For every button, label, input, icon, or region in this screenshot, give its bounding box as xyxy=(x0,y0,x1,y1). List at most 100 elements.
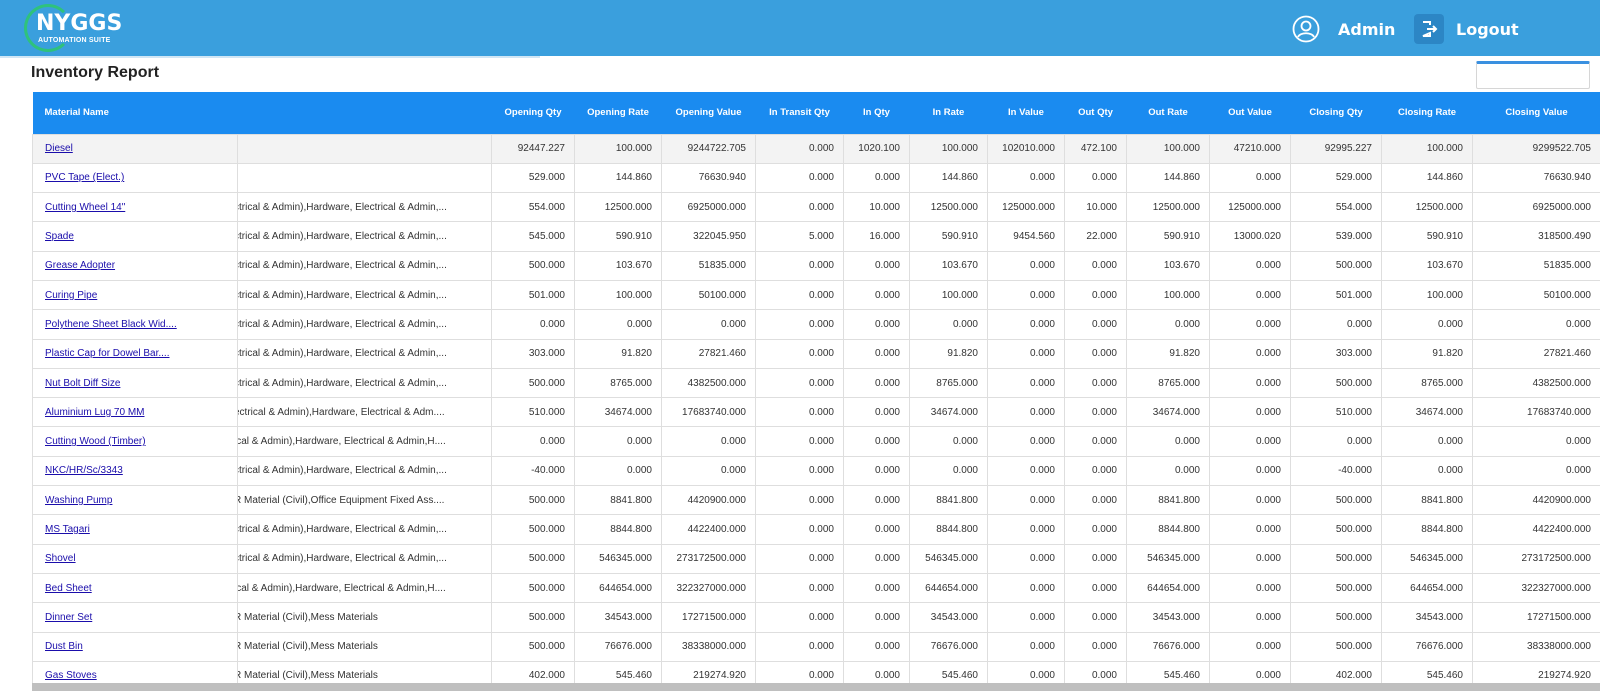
value-cell: 501.000 xyxy=(491,279,575,311)
value-cell: 546345.000 xyxy=(1381,543,1473,574)
material-link[interactable]: Aluminium Lug 70 MM xyxy=(45,407,144,418)
category-text: R Material (Civil),Mess Materials xyxy=(237,641,378,653)
material-link[interactable]: PVC Tape (Elect.) xyxy=(45,172,124,183)
value-cell: 0.000 xyxy=(755,426,844,457)
material-link[interactable]: Washing Pump xyxy=(45,495,112,506)
export-button[interactable] xyxy=(1476,61,1590,89)
material-link[interactable]: Bed Sheet xyxy=(45,583,92,594)
value-cell: 546345.000 xyxy=(1126,543,1210,574)
column-header[interactable]: In Transit Qty xyxy=(755,92,844,134)
value-cell: 76630.940 xyxy=(661,162,756,194)
value-cell: 0.000 xyxy=(987,338,1065,369)
table-row: Cutting Wood (Timber) ical & Admin),Hardw… xyxy=(32,426,1600,457)
material-link[interactable]: Shovel xyxy=(45,553,76,564)
column-header[interactable]: In Value xyxy=(987,92,1065,134)
value-cell: 51835.000 xyxy=(661,250,756,281)
header-divider xyxy=(0,56,540,58)
material-name-cell: MS Tagari xyxy=(32,514,238,545)
value-cell: 322045.950 xyxy=(661,221,756,252)
material-link[interactable]: Grease Adopter xyxy=(45,260,115,271)
category-text: R Material (Civil),Mess Materials xyxy=(237,611,378,623)
material-link[interactable]: MS Tagari xyxy=(45,524,90,535)
value-cell: 0.000 xyxy=(1064,572,1127,604)
column-header[interactable]: Closing Qty xyxy=(1290,92,1382,134)
horizontal-scrollbar[interactable] xyxy=(32,683,1600,691)
value-cell: 0.000 xyxy=(987,250,1065,281)
value-cell: 0.000 xyxy=(1064,660,1127,683)
value-cell: 100.000 xyxy=(1381,279,1473,311)
value-cell: 0.000 xyxy=(1209,250,1291,281)
material-link[interactable]: Cutting Wood (Timber) xyxy=(45,436,146,447)
value-cell: 4422400.000 xyxy=(1472,514,1600,545)
value-cell: 34543.000 xyxy=(574,602,662,633)
nyggs-logo[interactable]: NYGGS AUTOMATION SUITE xyxy=(24,4,122,52)
value-cell: 510.000 xyxy=(1290,397,1382,428)
value-cell: 0.000 xyxy=(1126,426,1210,457)
column-header[interactable]: Closing Value xyxy=(1472,92,1600,134)
category-cell: ctrical & Admin),Hardware, Electrical & … xyxy=(237,250,492,281)
material-link[interactable]: Gas Stoves xyxy=(45,670,97,681)
material-name-cell: Grease Adopter xyxy=(32,250,238,281)
value-cell: 103.670 xyxy=(574,250,662,281)
column-header[interactable]: In Rate xyxy=(909,92,988,134)
category-text: ical & Admin),Hardware, Electrical & Adm… xyxy=(237,436,446,448)
material-link[interactable]: Spade xyxy=(45,231,74,242)
column-header[interactable]: Opening Qty xyxy=(491,92,575,134)
material-link[interactable]: Dinner Set xyxy=(45,612,92,623)
value-cell: 0.000 xyxy=(755,192,844,223)
value-cell: 0.000 xyxy=(987,572,1065,604)
material-name-cell: Washing Pump xyxy=(32,485,238,516)
inventory-table-container[interactable]: Material Name Opening Qty Opening Rate Open… xyxy=(32,92,1600,683)
value-cell: 34674.000 xyxy=(1381,397,1473,428)
value-cell: 47210.000 xyxy=(1209,133,1291,164)
value-cell: 0.000 xyxy=(755,367,844,399)
user-menu[interactable]: Admin xyxy=(1292,13,1395,45)
value-cell: 500.000 xyxy=(1290,485,1382,516)
column-header[interactable]: Out Qty xyxy=(1064,92,1127,134)
column-header[interactable]: Out Value xyxy=(1209,92,1291,134)
table-row: Bed Sheet ical & Admin),Hardware, Electri… xyxy=(32,572,1600,604)
logout-button[interactable]: Logout xyxy=(1414,13,1519,45)
value-cell: 27821.460 xyxy=(1472,338,1600,369)
column-header[interactable]: Material Name xyxy=(32,92,238,134)
logo-text: NYGGS xyxy=(36,11,123,36)
column-header[interactable]: Opening Value xyxy=(661,92,756,134)
column-header[interactable]: Closing Rate xyxy=(1381,92,1473,134)
value-cell: 0.000 xyxy=(987,367,1065,399)
material-link[interactable]: Polythene Sheet Black Wid.... xyxy=(45,319,177,330)
table-row: Shovel ctrical & Admin),Hardware, Electri… xyxy=(32,543,1600,574)
value-cell: 8844.800 xyxy=(1126,514,1210,545)
material-link[interactable]: Diesel xyxy=(45,143,73,154)
value-cell: 0.000 xyxy=(1209,631,1291,662)
value-cell: 8765.000 xyxy=(909,367,988,399)
value-cell: 500.000 xyxy=(491,485,575,516)
value-cell: 322327000.000 xyxy=(1472,572,1600,604)
column-header[interactable]: Opening Rate xyxy=(574,92,662,134)
material-link[interactable]: Dust Bin xyxy=(45,641,83,652)
value-cell: 91.820 xyxy=(1381,338,1473,369)
column-header[interactable]: In Qty xyxy=(843,92,910,134)
value-cell: 8841.800 xyxy=(909,485,988,516)
material-link[interactable]: Nut Bolt Diff Size xyxy=(45,378,120,389)
value-cell: 0.000 xyxy=(1209,162,1291,194)
column-header[interactable] xyxy=(237,92,492,134)
value-cell: 303.000 xyxy=(1290,338,1382,369)
material-link[interactable]: NKC/HR/Sc/3343 xyxy=(45,465,123,476)
column-header[interactable]: Out Rate xyxy=(1126,92,1210,134)
value-cell: 0.000 xyxy=(843,279,910,311)
value-cell: 1020.100 xyxy=(843,133,910,164)
value-cell: 0.000 xyxy=(755,514,844,545)
value-cell: 0.000 xyxy=(843,602,910,633)
value-cell: 22.000 xyxy=(1064,221,1127,252)
value-cell: 0.000 xyxy=(1064,455,1127,487)
value-cell: 0.000 xyxy=(1209,309,1291,340)
material-link[interactable]: Plastic Cap for Dowel Bar.... xyxy=(45,348,170,359)
category-text: R Material (Civil),Mess Materials xyxy=(237,670,378,682)
category-cell: ctrical & Admin),Hardware, Electrical & … xyxy=(237,338,492,369)
material-link[interactable]: Cutting Wheel 14" xyxy=(45,202,125,213)
value-cell: 91.820 xyxy=(1126,338,1210,369)
material-link[interactable]: Curing Pipe xyxy=(45,290,97,301)
value-cell: 0.000 xyxy=(491,426,575,457)
value-cell: 0.000 xyxy=(661,455,756,487)
value-cell: 545.460 xyxy=(574,660,662,683)
